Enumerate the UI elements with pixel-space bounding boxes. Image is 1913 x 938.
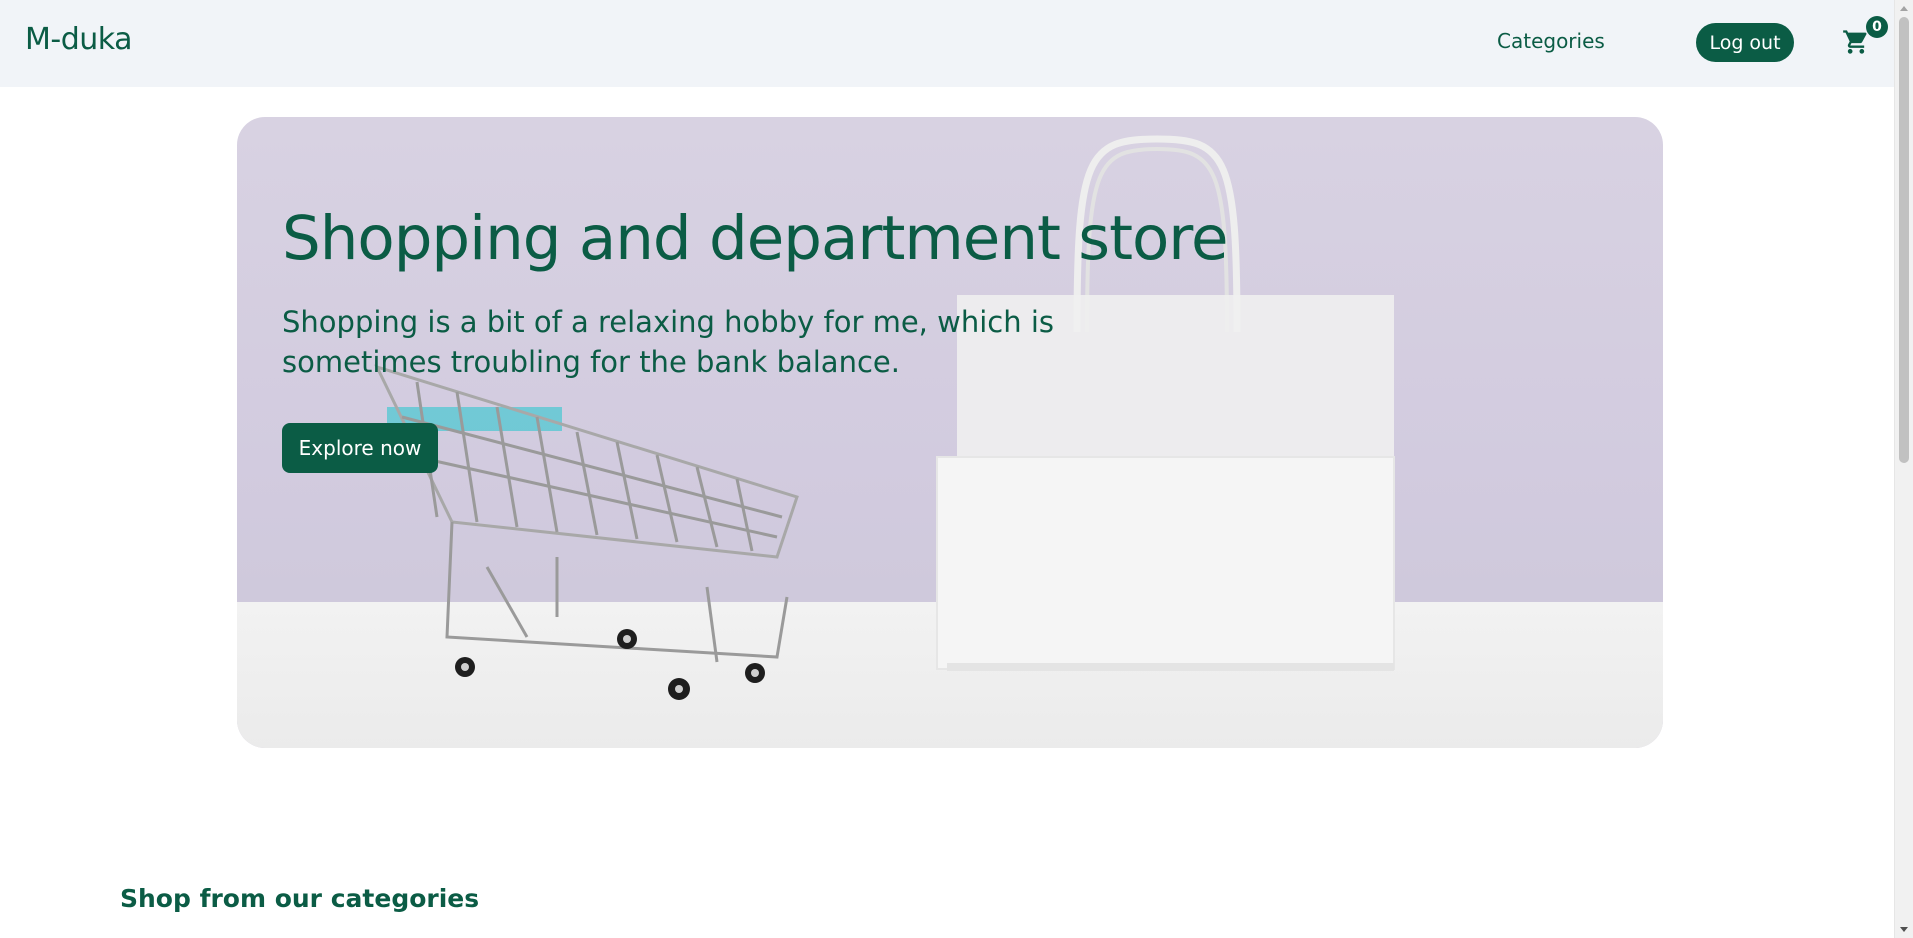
cart-button[interactable]: 0 [1842, 16, 1888, 62]
navbar: M-duka Categories Log out 0 [0, 0, 1894, 87]
nav-link-categories[interactable]: Categories [1497, 29, 1605, 53]
categories-section-heading: Shop from our categories [120, 884, 480, 913]
shopping-cart-illustration [374, 364, 799, 663]
logout-button[interactable]: Log out [1696, 23, 1794, 62]
hero-subtitle: Shopping is a bit of a relaxing hobby fo… [282, 305, 1054, 379]
page: M-duka Categories Log out 0 Shopping and… [0, 0, 1894, 938]
shopping-cart-icon [1843, 30, 1867, 54]
vertical-scrollbar[interactable] [1894, 0, 1913, 938]
scroll-up-icon[interactable] [1900, 6, 1908, 11]
hero-title: Shopping and department store [282, 203, 1229, 274]
scrollbar-thumb[interactable] [1899, 17, 1909, 463]
brand-logo[interactable]: M-duka [25, 22, 133, 57]
cart-count-badge: 0 [1866, 16, 1888, 38]
explore-now-button[interactable]: Explore now [282, 423, 438, 473]
scroll-down-icon[interactable] [1900, 927, 1908, 932]
hero-banner: Shopping and department store Shopping i… [237, 117, 1663, 748]
